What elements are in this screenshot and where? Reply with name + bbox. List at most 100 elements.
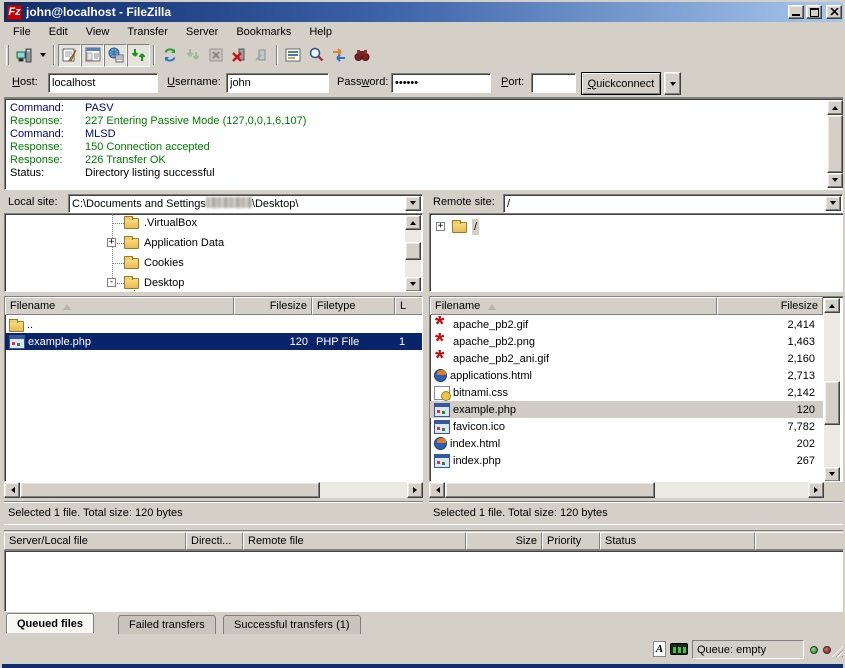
scroll-left-button[interactable] bbox=[4, 482, 20, 498]
scroll-up-button[interactable] bbox=[405, 215, 421, 230]
toolbar-grip[interactable] bbox=[6, 45, 9, 65]
column-header-lastmodified[interactable]: L bbox=[395, 297, 423, 315]
remote-site-dropdown-button[interactable] bbox=[825, 196, 841, 211]
maximize-button[interactable] bbox=[806, 5, 822, 19]
host-input[interactable] bbox=[48, 73, 158, 93]
queue-column-priority[interactable]: Priority bbox=[542, 532, 600, 550]
column-header-filename[interactable]: Filename bbox=[430, 297, 717, 315]
scroll-right-button[interactable] bbox=[407, 482, 423, 498]
expand-icon[interactable]: + bbox=[107, 238, 116, 247]
arrow-down-icon bbox=[410, 282, 416, 289]
speed-limit-icon[interactable] bbox=[670, 643, 688, 655]
log-line: Status:Directory listing successful bbox=[10, 167, 215, 180]
menu-view[interactable]: View bbox=[77, 24, 119, 40]
scrollbar-thumb[interactable] bbox=[827, 115, 843, 173]
redacted-username bbox=[206, 197, 252, 208]
file-row[interactable]: apache_pb2_ani.gif 2,160 bbox=[430, 350, 823, 367]
column-header-filename[interactable]: Filename bbox=[5, 297, 234, 315]
queue-column-direction[interactable]: Directi... bbox=[186, 532, 243, 550]
column-header-filesize[interactable]: Filesize bbox=[234, 297, 312, 315]
queue-column-empty bbox=[755, 532, 845, 550]
collapse-icon[interactable]: - bbox=[107, 278, 116, 287]
close-button[interactable] bbox=[826, 5, 842, 19]
local-site-dropdown-button[interactable] bbox=[405, 196, 421, 211]
directory-comparison-button[interactable] bbox=[304, 44, 327, 67]
tab-failed-transfers[interactable]: Failed transfers bbox=[118, 615, 216, 634]
toggle-local-tree-button[interactable] bbox=[81, 44, 104, 67]
queue-header: Server/Local file Directi... Remote file… bbox=[4, 532, 845, 550]
scroll-up-button[interactable] bbox=[827, 100, 843, 115]
scrollbar-thumb[interactable] bbox=[445, 482, 655, 498]
username-input[interactable] bbox=[226, 73, 329, 93]
toggle-transfer-queue-button[interactable] bbox=[127, 44, 150, 67]
resize-grip[interactable] bbox=[831, 644, 844, 657]
refresh-button[interactable] bbox=[158, 44, 181, 67]
local-tree-scrollbar[interactable] bbox=[405, 215, 421, 290]
queue-column-size[interactable]: Size bbox=[466, 532, 542, 550]
menu-help[interactable]: Help bbox=[300, 24, 341, 40]
scroll-right-button[interactable] bbox=[808, 482, 824, 498]
file-row-parent-dir[interactable]: .. bbox=[5, 316, 422, 333]
tab-queued-files[interactable]: Queued files bbox=[6, 613, 94, 633]
folder-icon bbox=[124, 238, 139, 249]
local-site-combobox[interactable]: C:\Documents and Settings\Desktop\ bbox=[68, 194, 423, 213]
local-tree: .VirtualBox + Application Data Cookies -… bbox=[4, 213, 423, 292]
site-manager-button[interactable] bbox=[13, 44, 36, 67]
remote-site-combobox[interactable]: / bbox=[503, 194, 843, 213]
scroll-down-button[interactable] bbox=[827, 173, 843, 188]
scroll-down-button[interactable] bbox=[405, 277, 421, 292]
synchronized-browsing-button[interactable] bbox=[327, 44, 350, 67]
file-row-example-php[interactable]: example.php 120 PHP File 1 bbox=[5, 333, 422, 350]
quickconnect-dropdown-button[interactable] bbox=[664, 72, 681, 95]
minimize-button[interactable] bbox=[788, 5, 804, 19]
local-horizontal-scrollbar[interactable] bbox=[4, 482, 423, 498]
scroll-left-button[interactable] bbox=[429, 482, 445, 498]
expand-icon[interactable]: + bbox=[436, 222, 445, 231]
file-row[interactable]: bitnami.css 2,142 bbox=[430, 384, 823, 401]
cancel-button[interactable] bbox=[204, 44, 227, 67]
file-row[interactable]: index.html 202 bbox=[430, 435, 823, 452]
scrollbar-thumb[interactable] bbox=[20, 482, 320, 498]
remote-horizontal-scrollbar[interactable] bbox=[429, 482, 824, 498]
scrollbar-thumb[interactable] bbox=[405, 242, 421, 260]
toggle-remote-tree-button[interactable] bbox=[104, 44, 127, 67]
file-row-example-php[interactable]: example.php 120 bbox=[430, 401, 823, 418]
process-queue-button[interactable] bbox=[181, 44, 204, 67]
disconnect-button[interactable] bbox=[227, 44, 250, 67]
queue-column-status[interactable]: Status bbox=[600, 532, 755, 550]
file-row[interactable]: favicon.ico 7,782 bbox=[430, 418, 823, 435]
file-row[interactable]: apache_pb2.png 1,463 bbox=[430, 333, 823, 350]
file-row[interactable]: index.php 267 bbox=[430, 452, 823, 469]
file-row[interactable]: applications.html 2,713 bbox=[430, 367, 823, 384]
menu-transfer[interactable]: Transfer bbox=[118, 24, 177, 40]
find-files-button[interactable] bbox=[350, 44, 373, 67]
toggle-message-log-button[interactable] bbox=[58, 44, 81, 67]
queue-column-server-local-file[interactable]: Server/Local file bbox=[4, 532, 186, 550]
synchronized-browsing-icon bbox=[331, 47, 347, 63]
menu-bookmarks[interactable]: Bookmarks bbox=[227, 24, 300, 40]
scrollbar-thumb[interactable] bbox=[824, 381, 840, 425]
site-manager-dropdown-button[interactable] bbox=[36, 44, 50, 67]
menu-edit[interactable]: Edit bbox=[40, 24, 77, 40]
tab-successful-transfers[interactable]: Successful transfers (1) bbox=[223, 615, 361, 634]
title-bar[interactable]: Fz john@localhost - FileZilla bbox=[4, 2, 845, 22]
log-scrollbar[interactable] bbox=[827, 100, 843, 188]
vertical-splitter[interactable] bbox=[423, 194, 429, 524]
menu-server[interactable]: Server bbox=[177, 24, 227, 40]
php-file-icon bbox=[9, 335, 25, 349]
arrow-up-icon bbox=[410, 218, 416, 225]
reconnect-button[interactable] bbox=[250, 44, 273, 67]
port-input[interactable] bbox=[531, 73, 576, 93]
password-input[interactable] bbox=[391, 73, 491, 93]
scroll-up-button[interactable] bbox=[824, 298, 840, 313]
horizontal-splitter[interactable] bbox=[4, 524, 845, 531]
column-header-filesize[interactable]: Filesize bbox=[717, 297, 823, 315]
filename-filters-button[interactable] bbox=[281, 44, 304, 67]
column-header-filetype[interactable]: Filetype bbox=[312, 297, 395, 315]
queue-column-remote-file[interactable]: Remote file bbox=[243, 532, 466, 550]
scroll-down-button[interactable] bbox=[824, 467, 840, 482]
remote-list-scrollbar[interactable] bbox=[824, 298, 840, 480]
quickconnect-button[interactable]: Quickconnect bbox=[581, 72, 661, 95]
menu-file[interactable]: File bbox=[4, 24, 40, 40]
file-row[interactable]: apache_pb2.gif 2,414 bbox=[430, 316, 823, 333]
